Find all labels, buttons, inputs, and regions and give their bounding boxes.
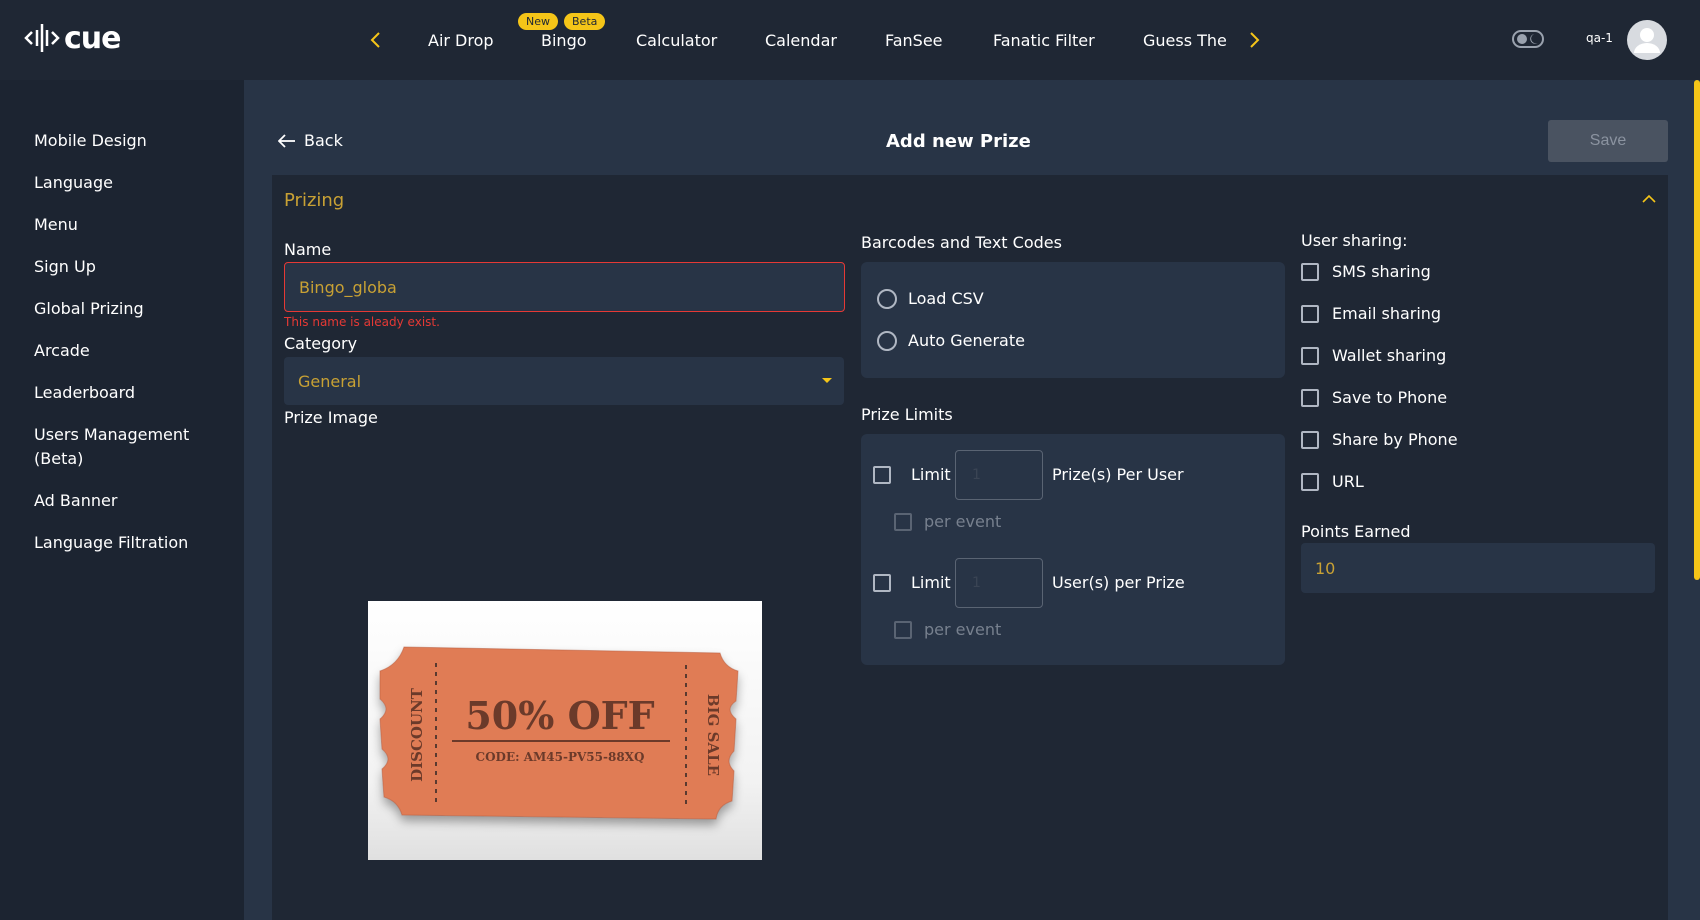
- per-prize-per-event-checkbox[interactable]: [894, 621, 912, 639]
- per-user-label: Prize(s) Per User: [1052, 465, 1184, 484]
- category-label: Category: [284, 334, 358, 353]
- nav-next-chevron-icon[interactable]: [1244, 26, 1264, 54]
- arrow-left-icon: [278, 133, 295, 148]
- back-button[interactable]: Back: [278, 131, 343, 150]
- sidebar-item-mobile-design[interactable]: Mobile Design: [34, 129, 147, 153]
- nav-tab-calculator[interactable]: Calculator: [636, 0, 717, 80]
- sidebar-item-language[interactable]: Language: [34, 171, 113, 195]
- category-value: General: [298, 371, 362, 391]
- logo[interactable]: cue: [24, 20, 121, 56]
- top-bar: cue Air Drop Bingo New Beta Calculator C…: [0, 0, 1700, 80]
- url-label: URL: [1332, 472, 1364, 491]
- chevron-up-icon[interactable]: [1640, 192, 1658, 206]
- avatar[interactable]: [1627, 20, 1667, 60]
- url-checkbox[interactable]: [1301, 473, 1319, 491]
- ticket-left-text: DISCOUNT: [408, 687, 426, 782]
- barcodes-box: [861, 262, 1285, 378]
- user-name[interactable]: qa-1: [1586, 31, 1613, 45]
- sidebar-item-global-prizing[interactable]: Global Prizing: [34, 297, 144, 321]
- per-event-label: per event: [924, 620, 1002, 639]
- wallet-sharing-checkbox[interactable]: [1301, 347, 1319, 365]
- discount-ticket-image: 50% OFF CODE: AM45-PV55-88XQ DISCOUNT BI…: [379, 646, 739, 820]
- sms-sharing-checkbox[interactable]: [1301, 263, 1319, 281]
- per-user-per-event-checkbox[interactable]: [894, 513, 912, 531]
- auto-generate-radio[interactable]: [877, 331, 897, 351]
- nav-tab-calendar[interactable]: Calendar: [765, 0, 837, 80]
- user-sharing-label: User sharing:: [1301, 231, 1408, 250]
- sidebar-item-leaderboard[interactable]: Leaderboard: [34, 381, 135, 405]
- nav-tab-fanatic-filter[interactable]: Fanatic Filter: [993, 0, 1095, 80]
- caret-down-icon: [822, 378, 832, 383]
- sidebar-item-language-filtration[interactable]: Language Filtration: [34, 531, 188, 555]
- sms-sharing-label: SMS sharing: [1332, 262, 1431, 281]
- theme-toggle-icon[interactable]: [1512, 29, 1544, 49]
- save-to-phone-label: Save to Phone: [1332, 388, 1448, 407]
- limit-per-prize-checkbox[interactable]: [873, 574, 891, 592]
- sidebar-item-menu[interactable]: Menu: [34, 213, 78, 237]
- sidebar-item-arcade[interactable]: Arcade: [34, 339, 90, 363]
- page-title: Add new Prize: [886, 131, 1031, 152]
- email-sharing-checkbox[interactable]: [1301, 305, 1319, 323]
- per-prize-input[interactable]: 1: [955, 558, 1043, 608]
- user-avatar-icon: [1634, 28, 1660, 53]
- category-select[interactable]: General: [284, 357, 844, 405]
- new-badge: New: [518, 13, 558, 30]
- sidebar-item-label: Users Management: [34, 425, 190, 444]
- beta-badge: Beta: [564, 13, 606, 30]
- nav-tab-label: Bingo: [541, 30, 587, 50]
- limit-per-user-checkbox[interactable]: [873, 466, 891, 484]
- nav-prev-chevron-icon[interactable]: [366, 26, 386, 54]
- email-sharing-label: Email sharing: [1332, 304, 1442, 323]
- sidebar-item-label: (Beta): [34, 449, 84, 468]
- ticket-main-text: 50% OFF: [465, 693, 654, 738]
- nav-tab-guess-the[interactable]: Guess The: [1143, 0, 1227, 80]
- save-to-phone-checkbox[interactable]: [1301, 389, 1319, 407]
- name-input[interactable]: Bingo_globa: [284, 262, 845, 312]
- points-earned-input[interactable]: 10: [1301, 543, 1655, 593]
- logo-text: cue: [64, 20, 121, 56]
- prize-image-label: Prize Image: [284, 408, 378, 427]
- load-csv-radio[interactable]: [877, 289, 897, 309]
- auto-generate-label: Auto Generate: [908, 331, 1025, 350]
- name-label: Name: [284, 240, 332, 259]
- barcodes-label: Barcodes and Text Codes: [861, 233, 1062, 252]
- ticket-right-text: BIG SALE: [704, 694, 722, 776]
- per-user-input[interactable]: 1: [955, 450, 1043, 500]
- wallet-sharing-label: Wallet sharing: [1332, 346, 1447, 365]
- nav-tab-fansee[interactable]: FanSee: [885, 0, 943, 80]
- limit-label: Limit: [911, 573, 951, 592]
- prize-image[interactable]: 50% OFF CODE: AM45-PV55-88XQ DISCOUNT BI…: [368, 601, 762, 860]
- ticket-code-text: CODE: AM45-PV55-88XQ: [476, 750, 645, 764]
- sidebar-item-sign-up[interactable]: Sign Up: [34, 255, 96, 279]
- sidebar-item-users-management[interactable]: Users Management (Beta): [34, 423, 189, 471]
- points-earned-label: Points Earned: [1301, 522, 1411, 541]
- per-event-label: per event: [924, 512, 1002, 531]
- back-label: Back: [304, 131, 343, 150]
- section-title: Prizing: [284, 190, 345, 211]
- per-prize-label: User(s) per Prize: [1052, 573, 1185, 592]
- name-error: This name is aleady exist.: [284, 315, 440, 329]
- prize-limits-label: Prize Limits: [861, 405, 953, 424]
- load-csv-label: Load CSV: [908, 289, 984, 308]
- nav-tab-bingo[interactable]: Bingo: [541, 0, 587, 80]
- scrollbar-thumb[interactable]: [1694, 80, 1700, 580]
- sidebar-item-ad-banner[interactable]: Ad Banner: [34, 489, 117, 513]
- share-by-phone-label: Share by Phone: [1332, 430, 1458, 449]
- cue-logo-icon: [24, 24, 60, 52]
- nav-tab-air-drop[interactable]: Air Drop: [428, 0, 494, 80]
- share-by-phone-checkbox[interactable]: [1301, 431, 1319, 449]
- limit-label: Limit: [911, 465, 951, 484]
- save-button[interactable]: Save: [1548, 120, 1668, 162]
